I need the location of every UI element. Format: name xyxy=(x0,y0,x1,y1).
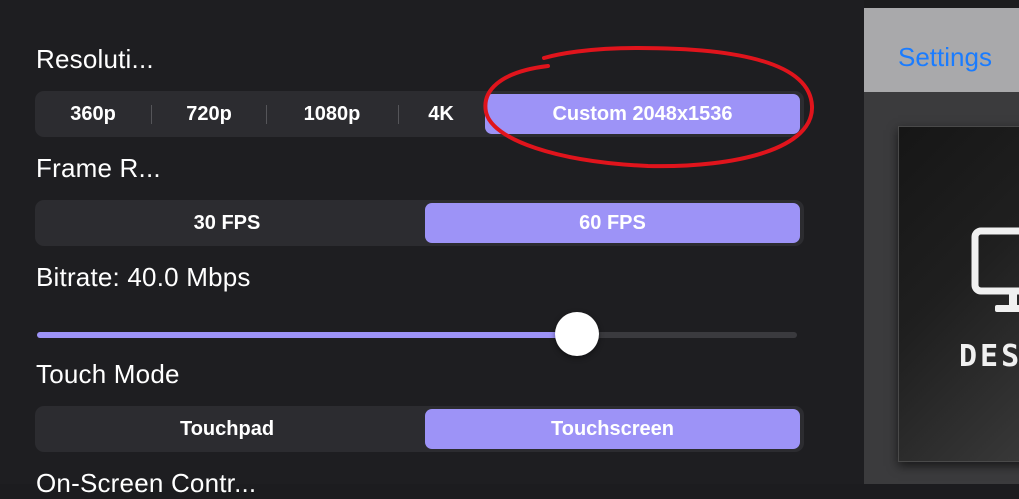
frame-rate-option-30[interactable]: 30 FPS xyxy=(38,203,416,243)
touch-mode-option-touchpad[interactable]: Touchpad xyxy=(38,409,416,449)
bitrate-slider-thumb[interactable] xyxy=(554,312,599,356)
resolution-selector: 360p 720p 1080p 4K Custom 2048x1536 xyxy=(35,91,804,137)
bitrate-label: Bitrate: 40.0 Mbps xyxy=(36,262,251,292)
frame-rate-label: Frame R... xyxy=(36,153,161,183)
resolution-option-4k[interactable]: 4K xyxy=(401,94,481,134)
right-content-area: DESI xyxy=(864,92,1019,484)
frame-rate-selector: 30 FPS 60 FPS xyxy=(35,200,804,246)
bitrate-slider-fill xyxy=(37,332,577,338)
right-pane: Settings DESI xyxy=(864,0,1019,484)
settings-panel: Resoluti... 360p 720p 1080p 4K Custom 20… xyxy=(0,0,864,498)
monitor-icon xyxy=(971,227,1019,312)
settings-nav-link[interactable]: Settings xyxy=(898,42,992,73)
frame-rate-option-60[interactable]: 60 FPS xyxy=(425,203,800,243)
segment-divider xyxy=(151,105,152,124)
desktop-card[interactable]: DESI xyxy=(898,126,1019,462)
resolution-option-1080p[interactable]: 1080p xyxy=(269,94,395,134)
resolution-option-360p[interactable]: 360p xyxy=(41,94,145,134)
segment-divider xyxy=(398,105,399,124)
segment-divider xyxy=(266,105,267,124)
resolution-option-custom[interactable]: Custom 2048x1536 xyxy=(485,94,800,134)
touch-mode-option-touchscreen[interactable]: Touchscreen xyxy=(425,409,800,449)
touch-mode-selector: Touchpad Touchscreen xyxy=(35,406,804,452)
touch-mode-label: Touch Mode xyxy=(36,359,180,389)
navigation-bar: Settings xyxy=(864,8,1019,92)
desktop-card-title: DESI xyxy=(959,339,1019,374)
resolution-option-720p[interactable]: 720p xyxy=(153,94,265,134)
resolution-label: Resoluti... xyxy=(36,44,154,74)
bitrate-slider-track[interactable] xyxy=(37,332,797,338)
